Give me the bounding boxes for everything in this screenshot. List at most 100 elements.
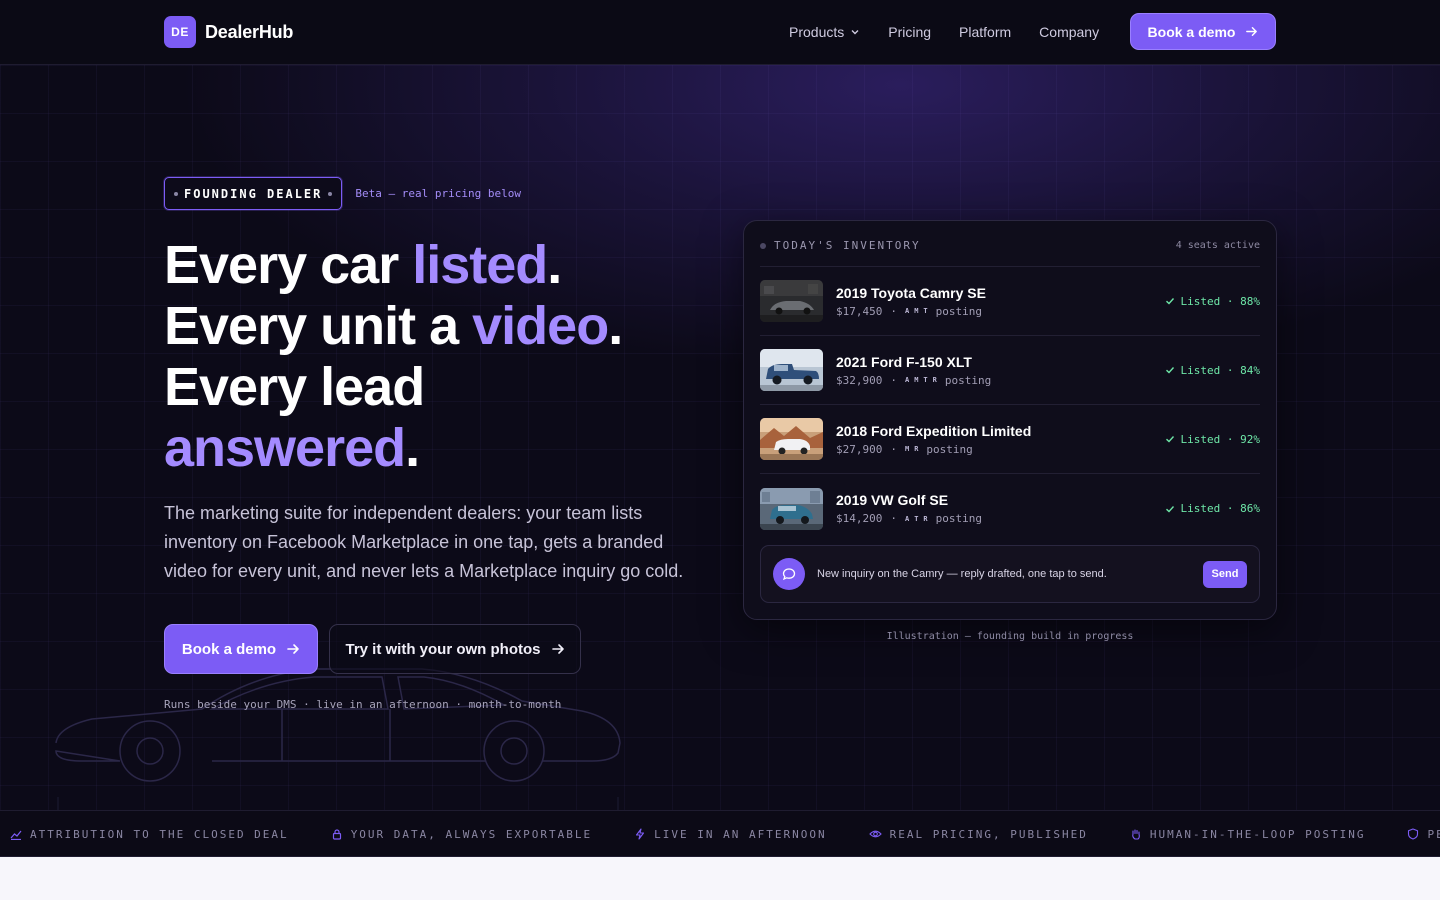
badge-note: Beta — real pricing below bbox=[355, 187, 521, 200]
badge-dot bbox=[174, 191, 178, 196]
brand-mark: DE bbox=[164, 16, 196, 48]
ticker-item: HUMAN-IN-THE-LOOP POSTING bbox=[1130, 828, 1366, 841]
illustration-caption: Illustration — founding build in progres… bbox=[886, 631, 1134, 642]
check-icon bbox=[1165, 298, 1174, 305]
seats-active: 4 seats active bbox=[1175, 240, 1260, 251]
bolt-icon bbox=[636, 828, 645, 840]
inquiry-text: New inquiry on the Camry — reply drafted… bbox=[817, 568, 1107, 580]
vehicle-name: 2019 VW Golf SE bbox=[836, 492, 949, 508]
channel-chip: R bbox=[914, 445, 919, 453]
channel-chip: T bbox=[923, 307, 928, 315]
vehicle-name: 2018 Ford Expedition Limited bbox=[836, 422, 1032, 439]
posting-state: posting bbox=[935, 304, 982, 318]
try-own-photos-button[interactable]: Try it with your own photos bbox=[329, 624, 581, 674]
founding-dealer-badge: FOUNDING DEALER bbox=[164, 177, 343, 210]
ticker-item: PER-SEAT bbox=[1407, 828, 1440, 841]
ticker-label: REAL PRICING, PUBLISHED bbox=[889, 827, 1088, 841]
posting-state: posting bbox=[935, 512, 982, 525]
headline-text: Every lead bbox=[164, 357, 425, 417]
headline-text: Every car bbox=[164, 235, 413, 295]
listing-status-text: Listed · 92% bbox=[1180, 432, 1260, 446]
channel-chip: R bbox=[932, 376, 937, 384]
hero-book-demo-button[interactable]: Book a demo bbox=[164, 624, 318, 674]
meta-separator: · bbox=[890, 442, 897, 456]
vehicle-thumbnail bbox=[760, 280, 823, 322]
inventory-card-header: TODAY'S INVENTORY 4 seats active bbox=[760, 237, 1260, 267]
vehicle-thumbnail bbox=[760, 418, 823, 460]
ticker-label: LIVE IN AN AFTERNOON bbox=[654, 827, 827, 841]
vehicle-meta: $14,200 · A T R posting bbox=[836, 512, 1165, 525]
hero-fine-print: Runs beside your DMS · live in an aftern… bbox=[164, 698, 562, 711]
nav-book-demo-button[interactable]: Book a demo bbox=[1130, 13, 1276, 50]
nav-link-company[interactable]: Company bbox=[1039, 24, 1099, 40]
nav-link-products[interactable]: Products bbox=[789, 24, 860, 40]
ticker-track: ATTRIBUTION TO THE CLOSED DEAL YOUR DATA… bbox=[10, 811, 1440, 856]
brand-name: DealerHub bbox=[205, 21, 294, 42]
brand-logo[interactable]: DE DealerHub bbox=[164, 16, 293, 48]
check-icon bbox=[1165, 436, 1174, 443]
listing-status: Listed · 88% bbox=[1165, 295, 1260, 308]
vehicle-meta: $17,450 · A M T posting bbox=[836, 305, 1165, 318]
arrow-right-icon bbox=[287, 644, 299, 654]
channel-chip: A bbox=[904, 514, 910, 523]
inventory-row[interactable]: 2021 Ford F-150 XLT $32,900 · A M T R po… bbox=[760, 336, 1260, 405]
ticker-label: HUMAN-IN-THE-LOOP POSTING bbox=[1149, 827, 1366, 841]
channel-chip: R bbox=[923, 514, 928, 523]
hero-book-demo-label: Book a demo bbox=[181, 640, 277, 658]
inventory-row[interactable]: 2019 Toyota Camry SE $17,450 · A M T pos… bbox=[760, 267, 1260, 336]
channel-chip: T bbox=[923, 376, 928, 384]
channel-chips: A T R bbox=[905, 515, 928, 523]
vehicle-meta: $27,900 · M R posting bbox=[836, 443, 1165, 456]
ticker-item: LIVE IN AN AFTERNOON bbox=[634, 828, 826, 841]
channel-chips: A M T bbox=[905, 307, 928, 315]
listing-status-text: Listed · 84% bbox=[1180, 363, 1260, 377]
vehicle-info: 2019 VW Golf SE $14,200 · A T R posting bbox=[836, 492, 1165, 525]
nav-book-demo-label: Book a demo bbox=[1147, 23, 1236, 40]
vehicle-thumbnail bbox=[760, 487, 823, 530]
nav-link-platform[interactable]: Platform bbox=[959, 24, 1011, 40]
inventory-row[interactable]: 2019 VW Golf SE $14,200 · A T R posting bbox=[760, 474, 1260, 543]
check-icon bbox=[1165, 367, 1174, 374]
nav-link-pricing[interactable]: Pricing bbox=[888, 24, 931, 40]
channel-chips: M R bbox=[905, 445, 918, 453]
hero-headline: Every car listed. Every unit a video. Ev… bbox=[164, 235, 724, 479]
inventory-row[interactable]: 2018 Ford Expedition Limited $27,900 · M… bbox=[760, 405, 1260, 474]
ticker-item: REAL PRICING, PUBLISHED bbox=[868, 827, 1088, 841]
ticker-label: YOUR DATA, ALWAYS EXPORTABLE bbox=[350, 827, 593, 841]
ticker-label: ATTRIBUTION TO THE CLOSED DEAL bbox=[30, 827, 289, 841]
ticker-item: ATTRIBUTION TO THE CLOSED DEAL bbox=[10, 828, 289, 841]
arrow-right-icon bbox=[1246, 27, 1258, 36]
vehicle-name: 2019 Toyota Camry SE bbox=[836, 284, 986, 301]
chat-bubble-icon bbox=[773, 558, 805, 590]
headline-text: Every unit a bbox=[164, 296, 473, 356]
car-outline-illustration bbox=[55, 668, 621, 810]
arrow-right-icon bbox=[551, 644, 564, 654]
vehicle-price: $14,200 bbox=[836, 512, 883, 525]
hero-description: The marketing suite for independent deal… bbox=[164, 503, 684, 581]
channel-chip: M bbox=[904, 445, 910, 453]
send-reply-button[interactable]: Send bbox=[1203, 560, 1247, 588]
founding-badge-row: FOUNDING DEALER Beta — real pricing belo… bbox=[164, 177, 521, 210]
channel-chip: T bbox=[914, 514, 919, 523]
listing-status-text: Listed · 86% bbox=[1180, 502, 1260, 515]
channel-chips: A M T R bbox=[905, 376, 937, 384]
headline-period: . bbox=[547, 235, 562, 295]
vehicle-thumbnail bbox=[760, 349, 823, 391]
meta-separator: · bbox=[890, 512, 897, 525]
status-dot bbox=[760, 242, 766, 249]
vehicle-info: 2018 Ford Expedition Limited $27,900 · M… bbox=[836, 423, 1165, 456]
listing-status-text: Listed · 88% bbox=[1180, 294, 1260, 308]
channel-chip: A bbox=[904, 376, 910, 384]
vehicle-price: $32,900 bbox=[836, 373, 883, 387]
ticker-item: YOUR DATA, ALWAYS EXPORTABLE bbox=[331, 828, 592, 841]
channel-chip: M bbox=[914, 307, 919, 315]
ticker-label: PER-SEAT bbox=[1427, 827, 1440, 841]
vehicle-price: $27,900 bbox=[836, 442, 883, 456]
headline-accent: video bbox=[472, 296, 609, 356]
vehicle-meta: $32,900 · A M T R posting bbox=[836, 374, 1165, 387]
listing-status: Listed · 86% bbox=[1165, 502, 1260, 515]
try-own-photos-label: Try it with your own photos bbox=[345, 640, 541, 658]
posting-state: posting bbox=[926, 442, 973, 456]
inquiry-notification: New inquiry on the Camry — reply drafted… bbox=[760, 545, 1260, 603]
feature-ticker: ATTRIBUTION TO THE CLOSED DEAL YOUR DATA… bbox=[0, 810, 1440, 857]
